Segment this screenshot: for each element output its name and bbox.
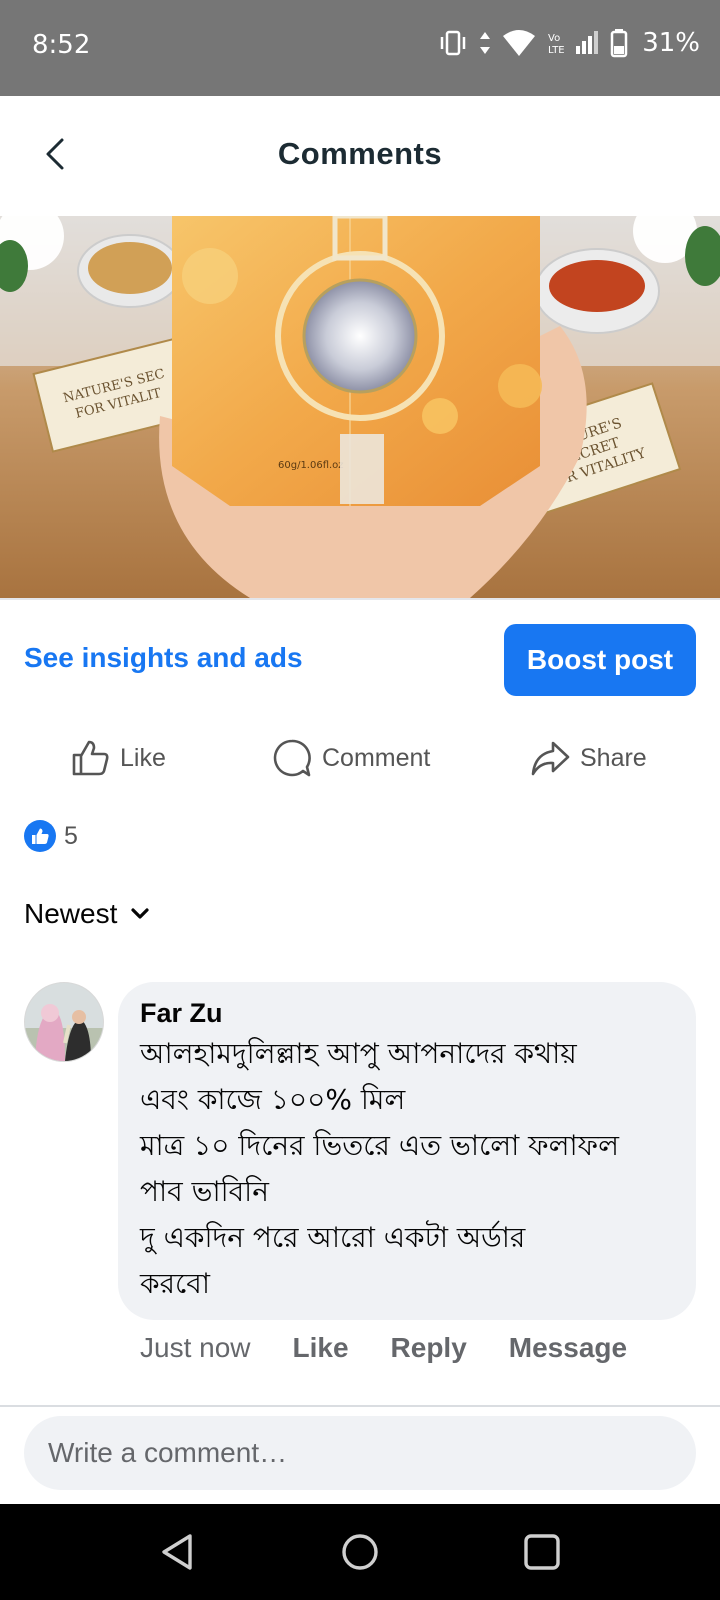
comment-line: মাত্র ১০ দিনের ভিতরে এত ভালো ফলাফল <box>140 1129 619 1162</box>
comment-bubble-icon <box>273 739 311 777</box>
recents-square-icon[interactable] <box>522 1532 562 1572</box>
signal-icon <box>576 31 599 54</box>
share-action[interactable]: Share <box>530 738 647 778</box>
comment-line: এবং কাজে ১০০% মিল <box>140 1083 406 1116</box>
post-image[interactable]: NATURE'S SEC FOR VITALIT NATURE'S SECRET… <box>0 216 720 598</box>
battery-icon <box>610 29 628 58</box>
product-photo: NATURE'S SEC FOR VITALIT NATURE'S SECRET… <box>0 216 720 598</box>
like-action[interactable]: Like <box>70 738 166 778</box>
see-insights-link[interactable]: See insights and ads <box>24 642 303 674</box>
data-arrows-icon <box>480 32 491 54</box>
boost-post-button[interactable]: Boost post <box>504 624 696 696</box>
svg-text:LTE: LTE <box>548 45 564 56</box>
divider <box>0 1405 720 1407</box>
vibrate-icon <box>440 30 466 56</box>
header: Comments <box>0 96 720 216</box>
comment-label: Comment <box>322 743 431 772</box>
comment-line: পাব ভাবিনি <box>140 1175 269 1208</box>
status-bar: 8:52 Vo LTE 31% <box>0 0 720 96</box>
sort-dropdown[interactable]: Newest <box>24 898 151 930</box>
share-arrow-icon <box>531 741 570 776</box>
comment-input[interactable] <box>24 1416 696 1490</box>
comment-timestamp: Just now <box>140 1332 251 1363</box>
comment-text: আলহামদুলিল্লাহ আপু আপনাদের কথায় এবং কাজ… <box>140 1031 674 1307</box>
comment-bubble[interactable]: Far Zu আলহামদুলিল্লাহ আপু আপনাদের কথায় … <box>118 982 696 1320</box>
home-circle-icon[interactable] <box>340 1532 380 1572</box>
comment-line: দু একদিন পরে আরো একটা অর্ডার <box>140 1221 526 1254</box>
chevron-down-icon <box>131 908 149 919</box>
like-label: Like <box>120 743 166 772</box>
status-time: 8:52 <box>32 30 91 60</box>
box-label: 60g/1.06fl.oz <box>278 460 344 471</box>
comment-author[interactable]: Far Zu <box>140 998 674 1029</box>
reactions-summary[interactable]: 5 <box>24 820 78 852</box>
volte-icon: Vo LTE <box>548 33 564 56</box>
comment-like-button[interactable]: Like <box>293 1332 349 1364</box>
reaction-count: 5 <box>64 821 78 850</box>
navigation-bar <box>0 1504 720 1600</box>
comment-reply-button[interactable]: Reply <box>391 1332 467 1364</box>
comment-line: করবো <box>140 1267 210 1300</box>
divider <box>0 598 720 600</box>
comment-message-button[interactable]: Message <box>509 1332 627 1364</box>
share-label: Share <box>580 743 647 772</box>
page-title: Comments <box>277 136 443 171</box>
wifi-icon <box>503 30 536 56</box>
like-reaction-icon <box>24 820 56 852</box>
comment-action[interactable]: Comment <box>272 738 430 778</box>
svg-text:Vo: Vo <box>548 33 560 44</box>
thumbs-up-icon <box>72 740 109 776</box>
back-triangle-icon[interactable] <box>158 1532 198 1572</box>
comment-meta: Just now Like Reply Message <box>140 1332 627 1364</box>
avatar[interactable] <box>24 982 104 1062</box>
status-icons: Vo LTE 31% <box>438 28 700 58</box>
battery-percent: 31% <box>642 28 700 58</box>
sort-label: Newest <box>24 898 118 929</box>
comment-line: আলহামদুলিল্লাহ আপু আপনাদের কথায় <box>140 1037 577 1070</box>
